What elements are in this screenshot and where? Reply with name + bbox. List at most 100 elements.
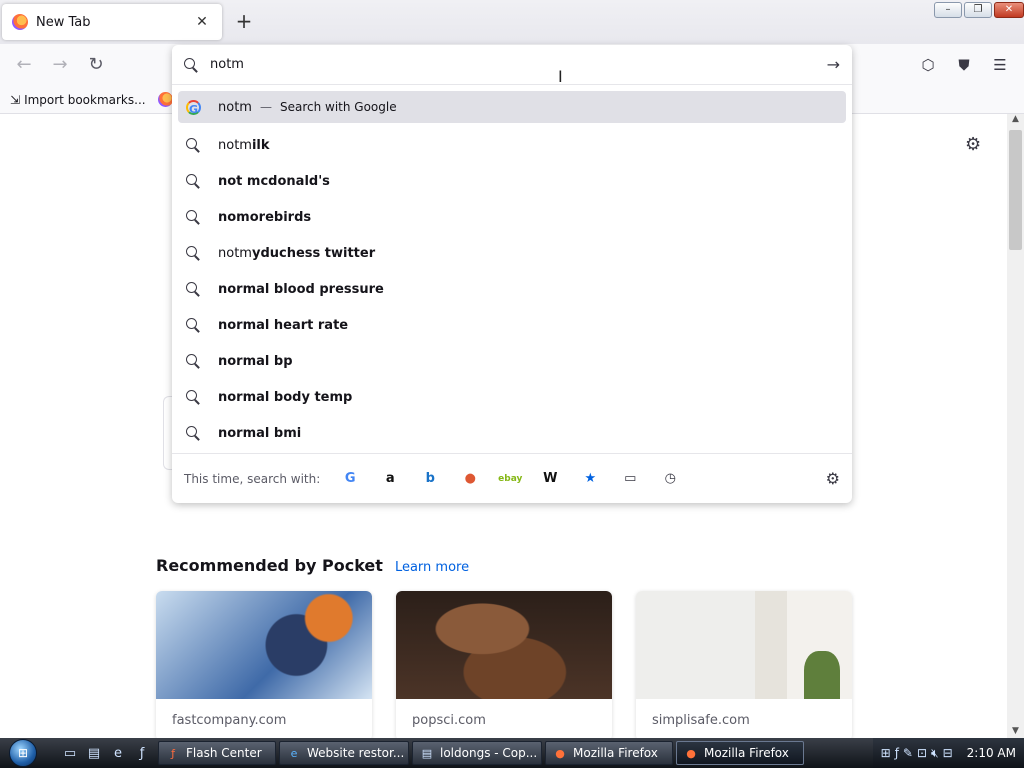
firefox-icon	[12, 14, 28, 30]
bookmarks-star-icon[interactable]: ★	[578, 467, 602, 491]
suggestion-completion-text: ilk	[251, 137, 270, 153]
clock[interactable]: 2:10 AM	[967, 746, 1016, 760]
suggestion-row[interactable]: normal bp	[178, 343, 846, 379]
pocket-card[interactable]: simplisafe.com	[636, 591, 852, 741]
urlbar-popup: → I Gnotm—Search with Googlenotmilknot m…	[172, 45, 852, 503]
suggestion-completion-text: not mcdonald's	[218, 173, 330, 189]
suggestion-row[interactable]: Gnotm — Search with Google	[178, 91, 846, 123]
duckduckgo-icon[interactable]: ●	[458, 467, 482, 491]
suggestion-completion-text: yduchess twitter	[251, 245, 376, 261]
volume-muted-icon[interactable]: 🔇︎	[931, 746, 939, 761]
start-button[interactable]: ⊞	[0, 738, 46, 768]
search-icon	[186, 354, 202, 368]
windows-logo-icon: ⊞	[9, 739, 37, 767]
scroll-up-icon[interactable]: ▲	[1007, 114, 1024, 128]
ublock-icon[interactable]: ⛊	[950, 52, 978, 78]
minimize-button[interactable]: –	[934, 2, 962, 18]
bing-icon[interactable]: b	[418, 467, 442, 491]
wikipedia-icon[interactable]: W	[538, 467, 562, 491]
task-buttons: ƒ Flash Center e Website restor... ▤ loldongs…	[158, 741, 807, 765]
firefox-icon: ●	[686, 746, 696, 760]
menu-icon[interactable]: ☰	[986, 52, 1014, 78]
tray-misc-icon[interactable]: ⊟	[943, 746, 953, 760]
pocket-header: Recommended by Pocket Learn more	[156, 556, 469, 575]
ie-icon[interactable]: e	[108, 743, 128, 763]
one-off-engines: Ga b ● ebay W ★ ▭ ◷	[338, 467, 698, 491]
suggestion-row[interactable]: normal bmi	[178, 415, 846, 451]
network-icon[interactable]: ⊡	[917, 746, 927, 760]
taskbar-button[interactable]: ▤ loldongs - Cop...	[412, 741, 542, 765]
google-icon: G	[186, 99, 202, 116]
search-icon	[186, 174, 202, 188]
window-switcher-icon[interactable]: ▤	[84, 743, 104, 763]
reload-button[interactable]: ↻	[82, 52, 110, 78]
forward-button[interactable]: →	[46, 52, 74, 78]
tray-app-icon[interactable]: ⊞	[881, 746, 891, 760]
import-bookmarks-label: Import bookmarks...	[24, 92, 146, 107]
newtab-settings-gear-icon[interactable]: ⚙	[965, 134, 981, 155]
taskbar-button-label: Flash Center	[186, 746, 262, 760]
taskbar-button[interactable]: ● Mozilla Firefox	[676, 741, 804, 765]
flash-icon[interactable]: ƒ	[132, 743, 152, 763]
taskbar-button[interactable]: e Website restor...	[279, 741, 409, 765]
notepad-icon: ▤	[421, 746, 433, 760]
ebay-icon[interactable]: ebay	[498, 467, 522, 491]
tray-flash-icon[interactable]: ƒ	[895, 746, 899, 760]
pocket-card-source: simplisafe.com	[652, 713, 750, 728]
go-arrow-icon[interactable]: →	[827, 55, 840, 74]
pocket-card-source: popsci.com	[412, 713, 486, 728]
quick-launch: ▭ ▤ e ƒ	[60, 743, 152, 763]
windows-taskbar: ⊞ ▭ ▤ e ƒ ƒ Flash Center e Website restor..…	[0, 738, 1024, 768]
pocket-icon[interactable]: ⬡	[914, 52, 942, 78]
import-bookmarks-item[interactable]: ⇲ Import bookmarks...	[10, 93, 146, 107]
tab-strip: New Tab ✕ + – ❐ ✕	[0, 0, 1024, 44]
taskbar-button[interactable]: ƒ Flash Center	[158, 741, 276, 765]
amazon-icon[interactable]: a	[378, 467, 402, 491]
firefox-bookmark-icon[interactable]	[157, 92, 173, 107]
suggestion-row[interactable]: notm yduchess twitter	[178, 235, 846, 271]
back-button[interactable]: ←	[10, 52, 38, 78]
history-icon[interactable]: ◷	[658, 467, 682, 491]
suggestion-row[interactable]: not mcdonald's	[178, 163, 846, 199]
urlbar-input[interactable]	[210, 57, 770, 72]
suggestion-action-text: Search with Google	[279, 100, 397, 114]
pocket-heading: Recommended by Pocket	[156, 556, 383, 575]
close-window-button[interactable]: ✕	[994, 2, 1024, 18]
suggestion-row[interactable]: nomorebirds	[178, 199, 846, 235]
suggestion-row[interactable]: notm ilk	[178, 127, 846, 163]
taskbar-button[interactable]: ● Mozilla Firefox	[545, 741, 673, 765]
show-desktop-icon[interactable]: ▭	[60, 743, 80, 763]
suggestion-completion-text: normal bp	[218, 353, 293, 369]
search-icon	[186, 390, 202, 404]
tabs-icon[interactable]: ▭	[618, 467, 642, 491]
tab-new-tab[interactable]: New Tab ✕	[2, 4, 222, 40]
search-settings-gear-icon[interactable]: ⚙	[826, 469, 840, 488]
suggestion-typed-text: notm	[218, 245, 252, 261]
taskbar-button-label: Website restor...	[307, 746, 405, 760]
google-icon[interactable]: G	[338, 467, 362, 491]
pocket-card[interactable]: popsci.com	[396, 591, 612, 741]
learn-more-link[interactable]: Learn more	[395, 560, 469, 575]
scroll-thumb[interactable]	[1009, 130, 1022, 250]
tray-edit-icon[interactable]: ✎	[903, 746, 913, 760]
import-icon: ⇲	[10, 92, 21, 107]
suggestion-typed-text: notm	[218, 99, 252, 115]
ie-icon: e	[290, 746, 298, 760]
search-icon	[186, 246, 202, 260]
suggestion-row[interactable]: normal blood pressure	[178, 271, 846, 307]
tab-close-icon[interactable]: ✕	[192, 14, 212, 30]
new-tab-button[interactable]: +	[232, 10, 256, 34]
taskbar-button-label: loldongs - Cop...	[440, 746, 538, 760]
search-icon	[186, 318, 202, 332]
search-icon	[186, 138, 202, 152]
suggestion-completion-text: nomorebirds	[218, 209, 312, 225]
restore-button[interactable]: ❐	[964, 2, 992, 18]
page-scrollbar[interactable]: ▲ ▼	[1007, 114, 1024, 740]
urlbar-input-row: →	[172, 45, 852, 85]
suggestion-typed-text: notm	[218, 137, 252, 153]
pocket-card[interactable]: fastcompany.com	[156, 591, 372, 741]
suggestion-row[interactable]: normal body temp	[178, 379, 846, 415]
taskbar-button-label: Mozilla Firefox	[704, 746, 789, 760]
suggestion-row[interactable]: normal heart rate	[178, 307, 846, 343]
suggestion-completion-text: normal heart rate	[218, 317, 349, 333]
